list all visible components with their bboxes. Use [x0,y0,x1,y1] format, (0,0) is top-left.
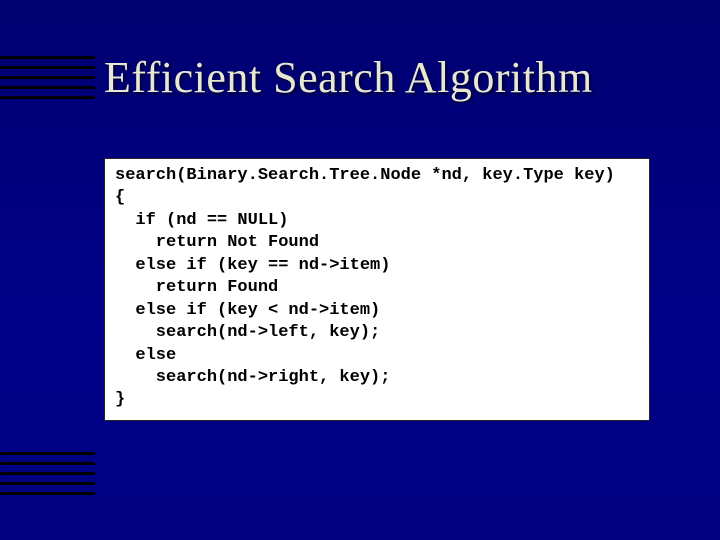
accent-lines-top [0,56,95,106]
accent-line [0,86,95,89]
slide: Efficient Search Algorithm search(Binary… [0,0,720,540]
accent-line [0,96,95,99]
slide-title: Efficient Search Algorithm [104,52,680,103]
accent-line [0,462,95,465]
accent-line [0,452,95,455]
accent-line [0,66,95,69]
accent-line [0,492,95,495]
accent-lines-bottom [0,452,95,502]
accent-line [0,472,95,475]
code-content: search(Binary.Search.Tree.Node *nd, key.… [115,165,639,412]
accent-line [0,76,95,79]
code-box: search(Binary.Search.Tree.Node *nd, key.… [104,158,650,421]
accent-line [0,482,95,485]
accent-line [0,56,95,59]
